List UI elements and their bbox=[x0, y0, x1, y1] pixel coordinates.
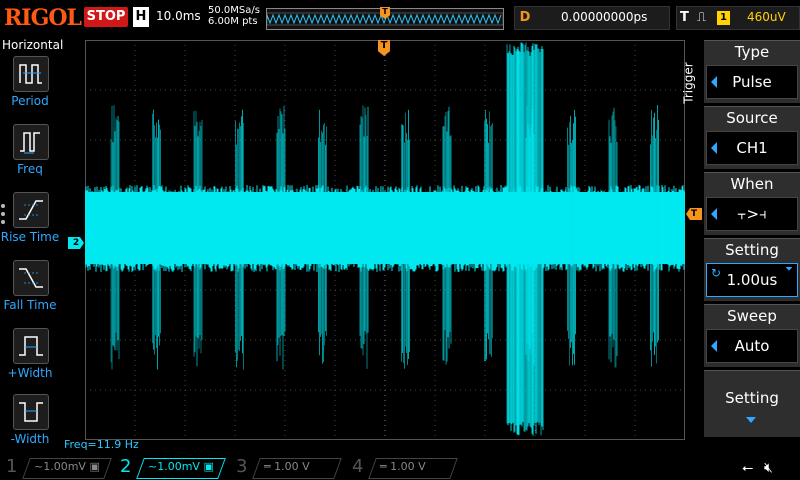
trigger-level: 460uV bbox=[747, 10, 786, 24]
frequency-readout: Freq=11.9 Hz bbox=[64, 438, 139, 451]
measure-pos-width-button[interactable]: +Width bbox=[0, 328, 60, 394]
trigger-setting-button[interactable]: Setting ↻ ⏷ 1.00us bbox=[704, 238, 800, 301]
channel-4-tab[interactable]: 4 ═ 1.00 V bbox=[346, 456, 458, 480]
fall-time-icon bbox=[13, 260, 49, 296]
next-page-arrow-icon bbox=[746, 417, 756, 423]
period-icon bbox=[13, 56, 49, 92]
trigger-type-button[interactable]: Type Pulse bbox=[704, 40, 800, 103]
freq-icon bbox=[13, 124, 49, 160]
channel-2-offset-marker[interactable]: 2 bbox=[68, 237, 84, 249]
horizontal-measure-menu: Horizontal Period Freq Rise Time Fall Ti… bbox=[0, 36, 64, 456]
timebase-badge: H bbox=[133, 7, 149, 27]
measure-fall-time-button[interactable]: Fall Time bbox=[0, 260, 60, 326]
menu-page-dots bbox=[1, 204, 7, 228]
channel-3-tab[interactable]: 3 ═ 1.00 V bbox=[230, 456, 342, 480]
timebase-value[interactable]: 10.0ms bbox=[156, 9, 201, 23]
trigger-menu-tab: Trigger bbox=[681, 62, 696, 104]
acquisition-info: 50.0MSa/s 6.00M pts bbox=[208, 5, 260, 27]
trigger-status-panel[interactable]: T ⎍ 1 460uV bbox=[676, 6, 800, 30]
trigger-when-value: ⫟>⫞ bbox=[706, 197, 798, 231]
delay-badge: D bbox=[519, 10, 531, 25]
pulse-trigger-icon: ⎍ bbox=[697, 10, 707, 25]
memory-overview-strip: T bbox=[266, 7, 504, 30]
memory-depth: 6.00M pts bbox=[208, 16, 258, 27]
measure-neg-width-button[interactable]: -Width bbox=[0, 394, 60, 460]
sample-rate: 50.0MSa/s bbox=[208, 5, 260, 16]
top-status-bar: RIGOL STOP H 10.0ms 50.0MSa/s 6.00M pts … bbox=[0, 0, 800, 36]
rigol-logo: RIGOL bbox=[4, 5, 82, 31]
channel-status-bar: 1 ~1.00mV ▣ 2 ~1.00mV ▣ 3 ═ 1.00 V 4 ═ 1… bbox=[0, 456, 800, 480]
delay-value: 0.00000000ps bbox=[561, 10, 648, 24]
neg-width-icon bbox=[13, 394, 49, 430]
trigger-badge: T bbox=[680, 10, 689, 25]
trigger-sweep-button[interactable]: Sweep Auto bbox=[704, 304, 800, 367]
measure-rise-time-button[interactable]: Rise Time bbox=[0, 192, 60, 258]
usb-icon: ⭠ bbox=[742, 460, 754, 476]
trigger-source-badge: 1 bbox=[717, 11, 730, 25]
channel-2-waveform bbox=[85, 42, 685, 436]
rise-time-icon bbox=[13, 192, 49, 228]
trigger-type-value: Pulse bbox=[706, 65, 798, 99]
trigger-when-button[interactable]: When ⫟>⫞ bbox=[704, 172, 800, 235]
channel-2-tab[interactable]: 2 ~1.00mV ▣ bbox=[114, 456, 226, 480]
trigger-source-button[interactable]: Source CH1 bbox=[704, 106, 800, 169]
trigger-more-setting-button[interactable]: Setting bbox=[704, 370, 800, 437]
channel-1-tab[interactable]: 1 ~1.00mV ▣ bbox=[0, 456, 112, 480]
trigger-setting-value[interactable]: ↻ ⏷ 1.00us bbox=[706, 263, 798, 297]
trigger-sweep-value: Auto bbox=[706, 329, 798, 363]
pos-width-icon bbox=[13, 328, 49, 364]
trigger-level-marker-icon[interactable]: T bbox=[686, 208, 702, 220]
waveform-display[interactable] bbox=[85, 40, 685, 440]
trigger-source-value: CH1 bbox=[706, 131, 798, 165]
pulse-greater-than-icon: ⫟>⫞ bbox=[737, 205, 767, 223]
measure-freq-button[interactable]: Freq bbox=[0, 124, 60, 190]
run-stop-indicator[interactable]: STOP bbox=[84, 7, 128, 27]
menu-title: Horizontal bbox=[2, 38, 64, 52]
speaker-muted-icon[interactable]: 🔇︎ bbox=[764, 460, 773, 476]
measure-period-button[interactable]: Period bbox=[0, 56, 60, 122]
delay-panel[interactable]: D 0.00000000ps bbox=[514, 6, 670, 30]
